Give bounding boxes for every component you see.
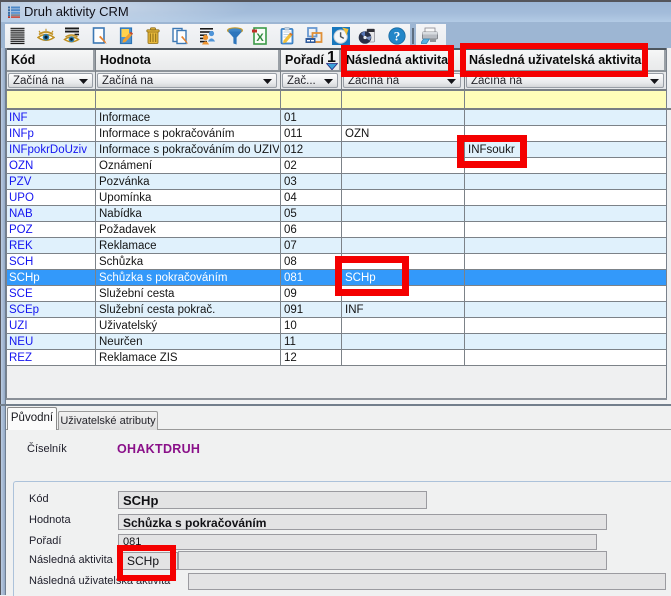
svg-text:?: ? bbox=[393, 28, 400, 43]
svg-text:X: X bbox=[256, 32, 264, 44]
